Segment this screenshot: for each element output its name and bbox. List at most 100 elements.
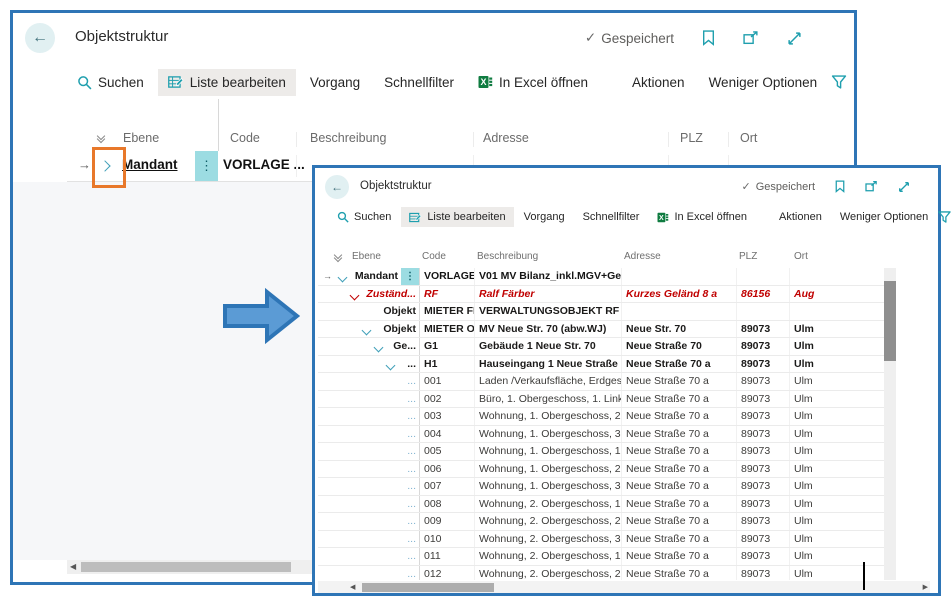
beschreibung-cell[interactable]: Wohnung, 1. Obergeschoss, 3. ... [475,426,622,443]
code-cell[interactable]: 005 [420,443,475,460]
table-row[interactable]: → ... 001 Laden /Verkaufsfläche, Erdgesc… [318,373,884,391]
adresse-cell[interactable] [622,303,737,320]
ort-cell[interactable]: Ulm [790,496,884,513]
bookmark-icon[interactable] [702,30,715,46]
collapse-all-icon[interactable] [335,252,341,261]
ort-cell[interactable]: Ulm [790,531,884,548]
vertical-scrollbar[interactable] [884,268,896,580]
column-header-code[interactable]: Code [422,251,446,262]
code-cell[interactable]: 004 [420,426,475,443]
beschreibung-cell[interactable]: V01 MV Bilanz_inkl.MGV+Ge... [475,268,622,285]
ebene-cell[interactable]: ... [337,531,420,548]
column-header-beschreibung[interactable]: Beschreibung [477,251,538,262]
code-cell[interactable]: 002 [420,391,475,408]
adresse-cell[interactable]: Neue Straße 70 a [622,391,737,408]
search-button[interactable]: Suchen [67,69,154,96]
plz-cell[interactable]: 89073 [737,338,790,355]
scroll-right-icon[interactable]: ▶ [923,583,928,591]
table-row[interactable]: → ... 005 Wohnung, 1. Obergeschoss, 1. .… [318,443,884,461]
beschreibung-cell[interactable]: Wohnung, 2. Obergeschoss, 1. ... [475,548,622,565]
ebene-cell[interactable]: ... [337,566,420,581]
ort-cell[interactable]: Ulm [790,338,884,355]
back-button[interactable]: ← [325,175,349,199]
adresse-cell[interactable]: Neue Straße 70 a [622,513,737,530]
adresse-cell[interactable]: Neue Straße 70 a [622,531,737,548]
ebene-cell[interactable]: ... [337,443,420,460]
column-header-beschreibung[interactable]: Beschreibung [310,131,386,145]
ort-cell[interactable]: Ulm [790,391,884,408]
expand-resize-icon[interactable] [898,181,910,193]
ort-cell[interactable]: Aug [790,286,884,303]
code-cell[interactable]: VORLAGE ... [223,157,305,172]
adresse-cell[interactable]: Neue Straße 70 a [622,496,737,513]
aktionen-menu[interactable]: Aktionen [771,207,830,227]
aktionen-menu[interactable]: Aktionen [622,69,695,96]
open-in-excel-button[interactable]: X In Excel öffnen [649,207,755,227]
row-options-icon[interactable]: ⋮ [195,151,218,181]
beschreibung-cell[interactable]: Hauseingang 1 Neue Straße ... [475,356,622,373]
adresse-cell[interactable]: Neue Straße 70 a [622,478,737,495]
plz-cell[interactable]: 89073 [737,408,790,425]
bookmark-icon[interactable] [835,180,845,193]
code-cell[interactable]: 012 [420,566,475,581]
beschreibung-cell[interactable]: Wohnung, 2. Obergeschoss, 2. [475,566,622,581]
beschreibung-cell[interactable]: Wohnung, 1. Obergeschoss, 2. ... [475,461,622,478]
table-row[interactable]: → Objekt MIETER O... MV Neue Str. 70 (ab… [318,321,884,339]
filter-button[interactable] [831,75,847,89]
tree-expand-icon[interactable] [386,360,396,370]
beschreibung-cell[interactable]: MV Neue Str. 70 (abw.WJ) [475,321,622,338]
beschreibung-cell[interactable]: Wohnung, 2. Obergeschoss, 2. ... [475,513,622,530]
ort-cell[interactable]: Ulm [790,478,884,495]
column-header-code[interactable]: Code [230,131,260,145]
plz-cell[interactable]: 89073 [737,478,790,495]
plz-cell[interactable]: 89073 [737,513,790,530]
adresse-cell[interactable]: Neue Straße 70 a [622,461,737,478]
plz-cell[interactable]: 89073 [737,461,790,478]
table-row[interactable]: → ... 007 Wohnung, 1. Obergeschoss, 3. .… [318,478,884,496]
code-cell[interactable]: VORLAGE ... [420,268,475,285]
table-row[interactable]: → ... 011 Wohnung, 2. Obergeschoss, 1. .… [318,548,884,566]
beschreibung-cell[interactable]: VERWALTUNGSOBJEKT RF [475,303,622,320]
filter-button[interactable] [938,211,951,223]
plz-cell[interactable]: 89073 [737,496,790,513]
code-cell[interactable]: H1 [420,356,475,373]
table-row[interactable]: → ... 006 Wohnung, 1. Obergeschoss, 2. .… [318,461,884,479]
adresse-cell[interactable]: Neue Straße 70 [622,338,737,355]
code-cell[interactable]: 003 [420,408,475,425]
beschreibung-cell[interactable]: Wohnung, 1. Obergeschoss, 2. ... [475,408,622,425]
adresse-cell[interactable]: Neue Straße 70 a [622,426,737,443]
table-row[interactable]: → Ge... G1 Gebäude 1 Neue Str. 70 Neue S… [318,338,884,356]
edit-list-button[interactable]: Liste bearbeiten [401,207,513,227]
adresse-cell[interactable]: Neue Straße 70 a [622,566,737,581]
table-row[interactable]: → ... 012 Wohnung, 2. Obergeschoss, 2. N… [318,566,884,581]
horizontal-scrollbar[interactable]: ◀ ▶ [318,581,930,593]
tree-expand-icon[interactable] [362,325,372,335]
code-cell[interactable]: 007 [420,478,475,495]
adresse-cell[interactable]: Neue Straße 70 a [622,356,737,373]
table-row[interactable]: → ... 009 Wohnung, 2. Obergeschoss, 2. .… [318,513,884,531]
ort-cell[interactable]: Ulm [790,373,884,390]
ebene-cell[interactable]: ... [337,426,420,443]
column-header-plz[interactable]: PLZ [739,251,757,262]
collapse-all-icon[interactable] [98,133,104,142]
adresse-cell[interactable]: Neue Straße 70 a [622,443,737,460]
table-row[interactable]: → ... 002 Büro, 1. Obergeschoss, 1. Link… [318,391,884,409]
ort-cell[interactable]: Ulm [790,356,884,373]
plz-cell[interactable] [737,303,790,320]
adresse-cell[interactable]: Kurzes Geländ 8 a [622,286,737,303]
plz-cell[interactable]: 89073 [737,566,790,581]
ebene-cell[interactable]: ... [337,496,420,513]
weniger-optionen-button[interactable]: Weniger Optionen [699,69,828,96]
ebene-cell[interactable]: Mandant⋮ [337,268,420,285]
code-cell[interactable]: RF [420,286,475,303]
tree-expand-icon[interactable] [350,290,360,300]
scroll-left-icon[interactable]: ◀ [70,562,76,571]
plz-cell[interactable]: 89073 [737,321,790,338]
ebene-cell[interactable]: ... [337,548,420,565]
ort-cell[interactable]: Ulm [790,548,884,565]
beschreibung-cell[interactable]: Büro, 1. Obergeschoss, 1. Links ... [475,391,622,408]
open-in-excel-button[interactable]: X In Excel öffnen [468,69,598,96]
ebene-cell[interactable]: ... [337,513,420,530]
code-cell[interactable]: G1 [420,338,475,355]
table-row[interactable]: → ... 004 Wohnung, 1. Obergeschoss, 3. .… [318,426,884,444]
